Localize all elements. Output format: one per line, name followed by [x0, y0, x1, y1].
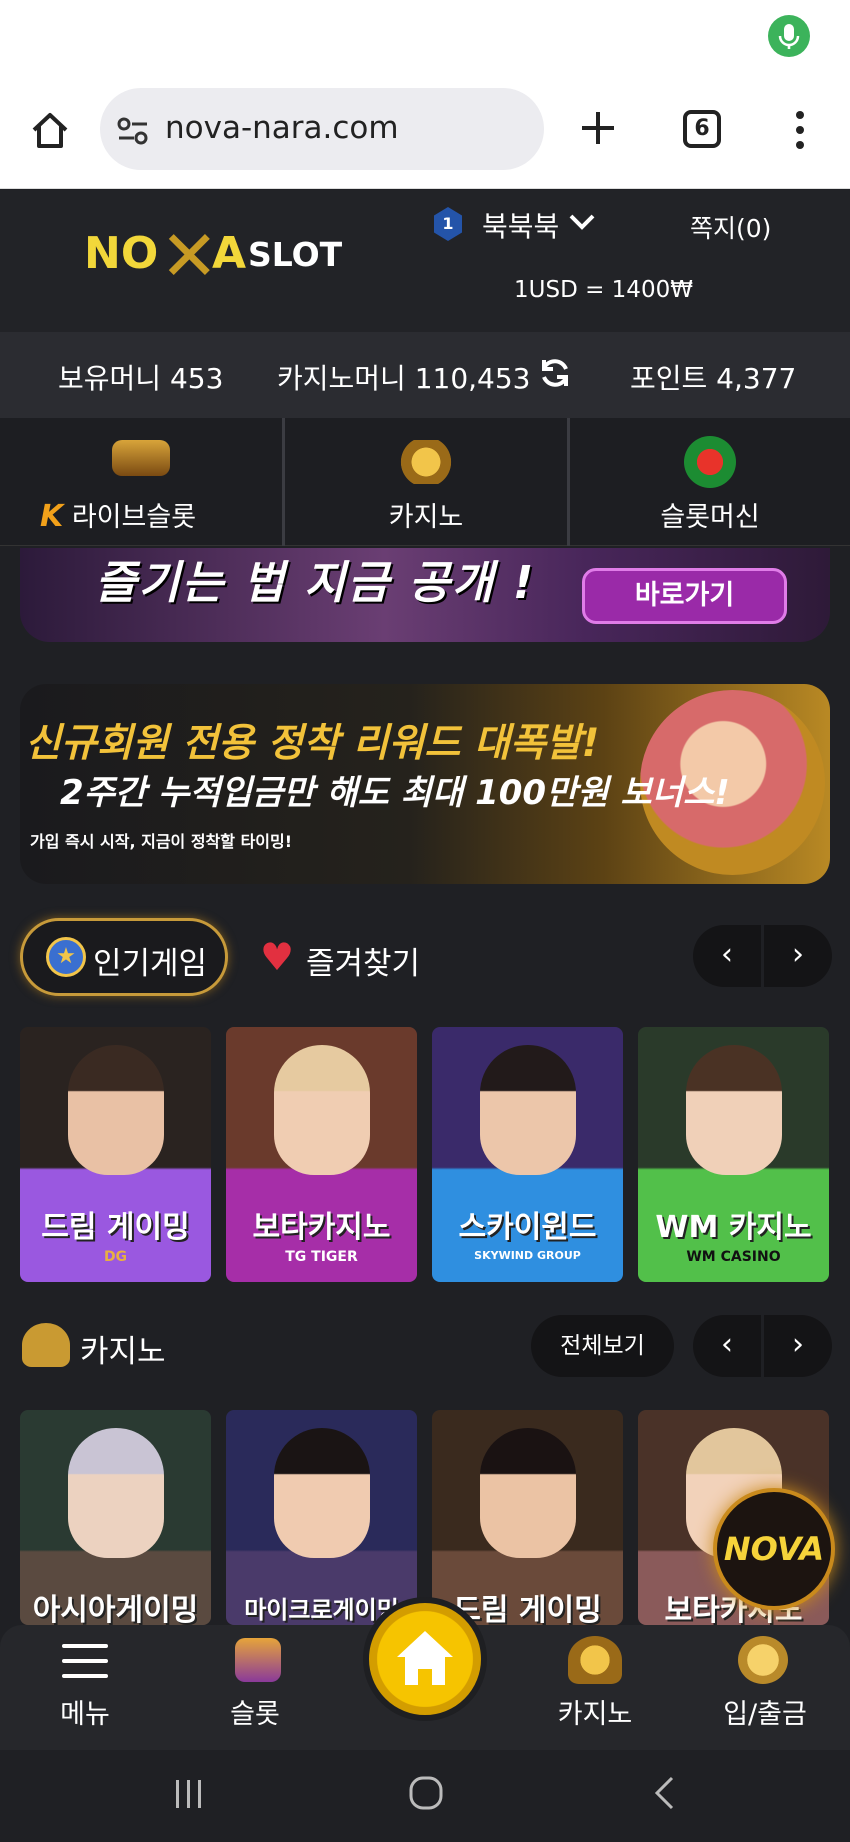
nav-deposit-label[interactable]: 입/출금: [705, 1692, 825, 1731]
home-system-icon[interactable]: [408, 1775, 444, 1811]
game-card[interactable]: 보타카지노 TG TIGER: [226, 1027, 417, 1282]
microphone-icon[interactable]: [768, 15, 810, 57]
nav-casino-label[interactable]: 카지노: [535, 1692, 655, 1731]
slot-777-icon: [684, 436, 736, 488]
more-options-icon[interactable]: [794, 110, 806, 150]
logo-text-a: A: [212, 228, 247, 279]
game-card[interactable]: 아시아게이밍: [20, 1410, 211, 1625]
tab-switcher-button[interactable]: 6: [683, 110, 721, 148]
prev-button[interactable]: ‹: [693, 925, 761, 987]
home-icon[interactable]: [28, 108, 72, 152]
tab-favorites[interactable]: 즐겨찾기: [306, 938, 420, 983]
crown-icon[interactable]: [568, 1636, 622, 1684]
promo-banner-text: 즐기는 법 지금 공개 !: [95, 556, 536, 609]
exchange-rate: 1USD = 1400₩: [514, 277, 693, 303]
hold-money: 보유머니 453: [58, 362, 224, 395]
dealer-image: [479, 1045, 576, 1175]
messages-link[interactable]: 쪽지(0): [690, 209, 771, 245]
nav-slot-label[interactable]: 슬롯: [195, 1692, 315, 1731]
dealer-image: [685, 1045, 782, 1175]
dealer-image: [479, 1428, 576, 1558]
next-button[interactable]: ›: [764, 925, 832, 987]
game-card-title: WM 카지노: [655, 1210, 812, 1245]
site-settings-icon[interactable]: [117, 116, 149, 146]
nav-menu-label[interactable]: 메뉴: [25, 1692, 145, 1731]
dealer-image: [273, 1045, 370, 1175]
logo-x-mark: ✕: [160, 215, 219, 297]
tab-casino[interactable]: 카지노: [285, 418, 567, 546]
coins-icon[interactable]: [738, 1636, 788, 1684]
dealer-image: [67, 1045, 164, 1175]
game-card[interactable]: 드림 게이밍 DG: [20, 1027, 211, 1282]
balance-bar: 보유머니 453 카지노머니 110,453 포인트 4,377: [0, 332, 850, 418]
bonus-headline: 신규회원 전용 정착 리워드 대폭발!: [25, 721, 600, 766]
slot-machine-icon[interactable]: [235, 1638, 281, 1682]
point-balance: 포인트 4,377: [630, 362, 797, 395]
provider-logo: SKYWIND GROUP: [474, 1249, 581, 1262]
provider-logo: TG TIGER: [285, 1249, 358, 1265]
dealer-image: [67, 1428, 164, 1558]
logo-text-no: NO: [84, 228, 159, 279]
refresh-icon[interactable]: [538, 356, 572, 390]
status-bar: [0, 0, 850, 86]
game-card[interactable]: 스카이윈드 SKYWIND GROUP: [432, 1027, 623, 1282]
view-all-button[interactable]: 전체보기: [531, 1315, 674, 1377]
tab-slot-machine[interactable]: 슬롯머신: [570, 418, 850, 546]
recent-apps-icon[interactable]: [172, 1778, 206, 1810]
heart-icon[interactable]: ♥: [260, 935, 294, 979]
bonus-caption: 가입 즉시 시작, 지금이 정착할 타이밍!: [30, 832, 293, 851]
game-card-title: 보타카지노: [252, 1210, 391, 1245]
game-card-title: 스카이윈드: [458, 1210, 597, 1245]
tab-label: 슬롯머신: [660, 502, 760, 533]
casino-money: 카지노머니 110,453: [277, 362, 531, 395]
provider-logo: WM CASINO: [686, 1249, 781, 1265]
provider-logo: DG: [103, 1249, 128, 1265]
home-button[interactable]: [363, 1597, 487, 1721]
live-slot-icon: [112, 440, 170, 476]
star-icon: ★: [46, 937, 86, 977]
logo-text-slot: SLOT: [248, 235, 343, 274]
chevron-down-icon[interactable]: [568, 212, 596, 232]
bonus-subline: 2주간 누적입금만 해도 최대 100만원 보너스!: [60, 773, 730, 813]
new-tab-icon[interactable]: [578, 108, 618, 148]
game-card[interactable]: 마이크로게이밍: [226, 1410, 417, 1625]
tab-label: 카지노: [388, 502, 464, 533]
nova-floating-button[interactable]: NOVA: [713, 1488, 835, 1610]
game-card[interactable]: 드림 게이밍: [432, 1410, 623, 1625]
crown-icon: [22, 1323, 70, 1367]
back-icon[interactable]: [652, 1775, 678, 1811]
k-logo-icon: K: [40, 499, 64, 534]
tab-label: 라이브슬롯: [71, 502, 197, 533]
tab-live-slot[interactable]: K 라이브슬롯: [0, 418, 282, 546]
game-card-title: 아시아게이밍: [32, 1593, 199, 1625]
game-card[interactable]: WM 카지노 WM CASINO: [638, 1027, 829, 1282]
crown-icon: [398, 440, 454, 484]
prev-button[interactable]: ‹: [693, 1315, 761, 1377]
category-tabs: K 라이브슬롯 카지노 슬롯머신: [0, 418, 850, 546]
logo[interactable]: NO ✕ A SLOT: [84, 215, 354, 305]
menu-icon[interactable]: [62, 1642, 108, 1680]
dealer-image: [273, 1428, 370, 1558]
section-title: 카지노: [80, 1334, 166, 1370]
username[interactable]: 북북북: [482, 205, 559, 245]
go-button[interactable]: 바로가기: [582, 568, 787, 624]
url-text[interactable]: nova-nara.com: [165, 110, 399, 146]
next-button[interactable]: ›: [764, 1315, 832, 1377]
game-card-title: 드림 게이밍: [41, 1210, 190, 1245]
tab-popular-label[interactable]: 인기게임: [93, 938, 207, 983]
